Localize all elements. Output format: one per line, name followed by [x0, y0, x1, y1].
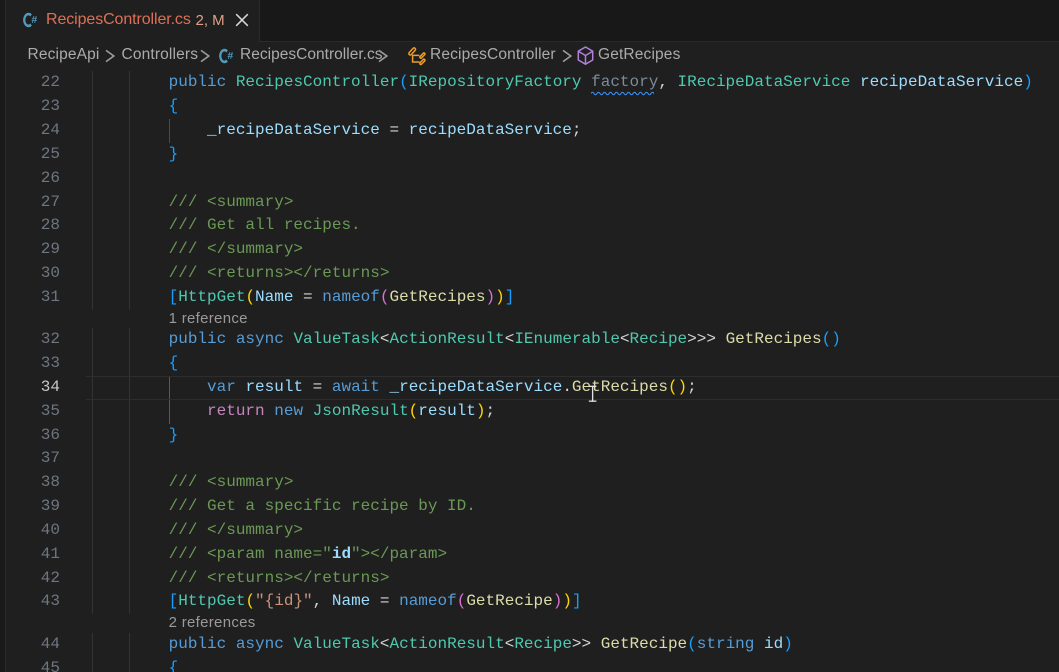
- svg-text:#: #: [31, 14, 37, 26]
- svg-text:#: #: [227, 50, 233, 62]
